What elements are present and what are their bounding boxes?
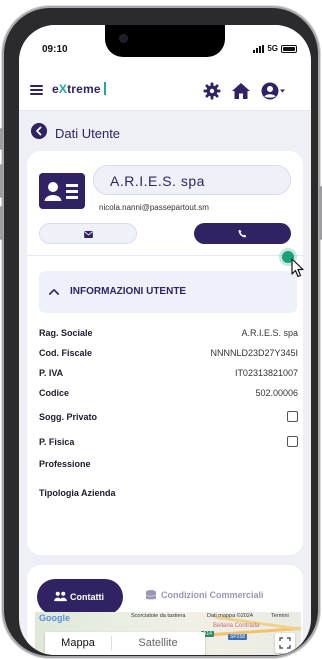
phone-frame: 09:10 5G eXtreme Dati Utente A.R.I.E.S. … [0, 8, 322, 656]
google-logo: Google [39, 613, 70, 623]
user-icon[interactable] [260, 81, 286, 101]
id-card-icon [39, 173, 85, 209]
coins-icon [146, 590, 156, 600]
p-fisica-checkbox[interactable] [287, 436, 298, 447]
logo-bar [103, 82, 106, 95]
row-value: NNNNLD23D27Y345I [210, 348, 298, 358]
logo-suffix: treme [67, 82, 101, 96]
phone-volume-down [0, 206, 3, 240]
map-data-attribution: Dati mappa ©2024 [207, 613, 253, 619]
contacts-icon [54, 591, 67, 602]
row-value: IT02313821007 [234, 368, 298, 378]
home-icon[interactable] [231, 81, 251, 101]
map-fullscreen-button[interactable] [275, 633, 295, 653]
menu-icon[interactable] [30, 85, 43, 95]
mouse-cursor-icon [291, 258, 304, 278]
network-label: 5G [267, 44, 278, 53]
app-logo[interactable]: eXtreme [52, 82, 106, 96]
map-type-satellite[interactable]: Satellite [111, 632, 205, 655]
call-button[interactable] [194, 223, 291, 244]
battery-icon [281, 44, 297, 53]
row-tipologia-azienda: Tipologia Azienda [39, 486, 298, 502]
phone-side-button [0, 128, 3, 150]
signal-icon [253, 44, 265, 53]
row-label: Tipologia Azienda [39, 488, 116, 498]
back-button[interactable] [31, 123, 47, 139]
chevron-up-icon [49, 289, 59, 295]
tab-condizioni-label: Condizioni Commerciali [161, 590, 264, 600]
company-name-pill: A.R.I.E.S. spa [93, 165, 291, 195]
row-value: 502.00006 [255, 388, 298, 398]
phone-screen: 09:10 5G eXtreme Dati Utente A.R.I.E.S. … [19, 25, 311, 655]
company-name: A.R.I.E.S. spa [110, 173, 205, 189]
row-label: Professione [39, 459, 91, 469]
row-label: Sogg. Privato [39, 412, 98, 422]
phone-volume-up [0, 164, 3, 198]
user-email[interactable]: nicola.nanni@passepartout.sm [99, 203, 209, 212]
divider [27, 255, 303, 256]
page-head: Dati Utente [19, 111, 311, 145]
logo-x: X [58, 82, 68, 96]
envelope-icon [84, 231, 93, 238]
status-time: 09:10 [42, 44, 68, 55]
section-title: INFORMAZIONI UTENTE [70, 286, 187, 297]
row-sogg-privato: Sogg. Privato [39, 410, 298, 426]
map-shortcuts-link[interactable]: Scorciatoie da tastiera [131, 613, 185, 619]
row-label: Codice [39, 388, 70, 398]
tab-contatti[interactable]: Contatti [37, 579, 123, 615]
status-indicators: 5G [253, 44, 297, 53]
row-label: Cod. Fiscale [39, 348, 93, 358]
status-bar: 09:10 5G [19, 25, 311, 71]
map-type-map[interactable]: Mappa [45, 632, 111, 655]
fullscreen-icon [279, 637, 291, 649]
road-badge-sp: SP258 [228, 634, 248, 640]
row-cod-fiscale: Cod. Fiscale NNNNLD23D27Y345I [39, 346, 298, 362]
sogg-privato-checkbox[interactable] [287, 411, 298, 422]
row-p-iva: P. IVA IT02313821007 [39, 366, 298, 382]
app-header: eXtreme [19, 71, 311, 111]
email-button[interactable] [39, 223, 137, 244]
row-label: Rag. Sociale [39, 328, 93, 338]
map-widget[interactable]: Google Scorciatoie da tastiera Dati mapp… [35, 612, 301, 655]
map-terms-link[interactable]: Termini [271, 613, 289, 619]
tab-contatti-label: Contatti [70, 592, 104, 602]
row-value: A.R.I.E.S. spa [241, 328, 298, 338]
row-label: P. Fisica [39, 437, 75, 447]
map-type-toggle: Mappa Satellite [45, 632, 205, 655]
phone-icon [238, 229, 247, 238]
section-header-informazioni[interactable]: INFORMAZIONI UTENTE [39, 271, 297, 313]
gear-icon[interactable] [202, 81, 222, 101]
row-rag-sociale: Rag. Sociale A.R.I.E.S. spa [39, 326, 298, 342]
row-professione: Professione [39, 457, 298, 473]
row-codice: Codice 502.00006 [39, 386, 298, 402]
page-title: Dati Utente [55, 126, 121, 141]
user-card: A.R.I.E.S. spa nicola.nanni@passepartout… [27, 151, 303, 555]
row-label: P. IVA [39, 368, 64, 378]
row-p-fisica: P. Fisica [39, 435, 298, 451]
logo-prefix: e [52, 82, 59, 96]
camera-icon [119, 34, 128, 43]
map-place-label: Bellaria Contrada [213, 623, 260, 629]
